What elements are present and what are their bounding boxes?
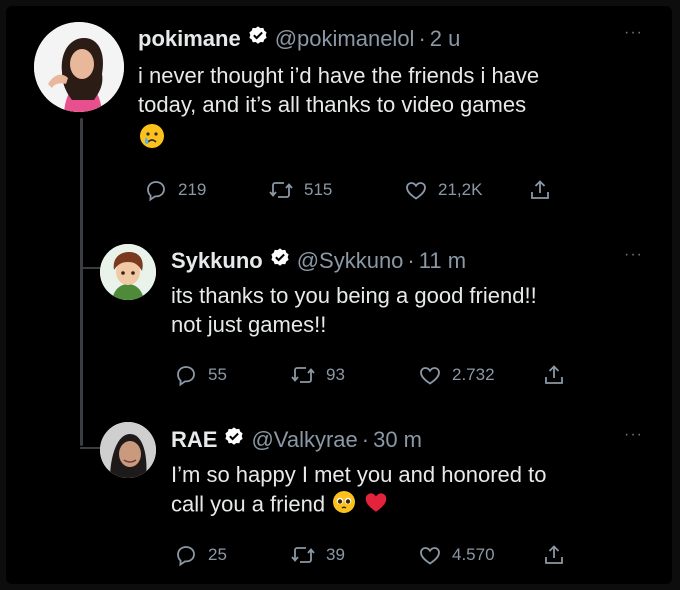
tweet-thread: pokimane @pokimanelol · 2 u ··· i never …: [6, 6, 672, 584]
display-name[interactable]: pokimane: [138, 26, 241, 52]
share-icon: [545, 365, 563, 384]
reply-button[interactable]: 55: [174, 363, 290, 387]
like-count: 21,2K: [438, 180, 483, 199]
retweet-icon: [291, 367, 315, 383]
like-button[interactable]: 21,2K: [404, 178, 528, 202]
thread-connector-line: [80, 118, 83, 446]
reply-icon: [147, 181, 165, 202]
retweet-button[interactable]: 93: [290, 363, 418, 387]
tweet-actions: 25 39 4.570: [174, 543, 566, 567]
reply-icon: [177, 546, 195, 567]
retweet-icon: [269, 182, 293, 198]
separator-dot: ·: [361, 427, 370, 452]
retweet-count: 39: [326, 545, 345, 564]
timestamp[interactable]: 30 m: [373, 427, 422, 453]
more-options-icon[interactable]: ···: [624, 24, 643, 42]
handle[interactable]: @pokimanelol: [275, 26, 415, 52]
retweet-button[interactable]: 515: [268, 178, 404, 202]
reply-button[interactable]: 25: [174, 543, 290, 567]
separator-dot: ·: [407, 248, 415, 273]
reply-count: 219: [178, 180, 207, 199]
heart-icon: [406, 182, 426, 200]
heart-icon: [420, 547, 440, 565]
display-name[interactable]: RAE: [171, 427, 217, 453]
share-button[interactable]: [528, 178, 552, 202]
tweet-text: i never thought i’d have the friends i h…: [138, 61, 539, 157]
reply-count: 55: [208, 365, 227, 384]
timestamp[interactable]: 2 u: [430, 26, 461, 52]
retweet-count: 93: [326, 365, 345, 384]
tweet-text-line-2: today, and it’s all thanks to video game…: [138, 92, 527, 118]
like-count: 4.570: [452, 545, 495, 564]
timestamp[interactable]: 11 m: [419, 248, 466, 274]
verified-badge-icon: [269, 247, 291, 275]
tweet-text: I’m so happy I met you and honored to ca…: [171, 460, 546, 523]
retweet-button[interactable]: 39: [290, 543, 418, 567]
display-name[interactable]: Sykkuno: [171, 248, 263, 274]
heart-icon: [420, 367, 440, 385]
like-button[interactable]: 2.732: [418, 363, 542, 387]
handle[interactable]: @Sykkuno: [297, 248, 404, 274]
like-button[interactable]: 4.570: [418, 543, 542, 567]
more-options-icon[interactable]: ···: [624, 426, 643, 444]
reply-count: 25: [208, 545, 227, 564]
crying-face-emoji-icon: [138, 122, 166, 157]
retweet-icon: [291, 547, 315, 563]
retweet-count: 515: [304, 180, 333, 199]
share-icon: [545, 545, 563, 564]
reply-icon: [177, 366, 195, 387]
share-button[interactable]: [542, 363, 566, 387]
pleading-face-emoji-icon: [331, 489, 357, 522]
share-icon: [531, 180, 549, 199]
tweet-text-line-2: not just games!!: [171, 312, 327, 338]
like-count: 2.732: [452, 365, 495, 384]
tweet-text-line-2: call you a friend: [171, 492, 326, 518]
tweet-text-line-1: i never thought i’d have the friends i h…: [138, 63, 540, 88]
tweet-text: its thanks to you being a good friend!! …: [171, 281, 537, 340]
avatar-sykkuno[interactable]: [100, 244, 156, 300]
avatar-rae[interactable]: [100, 422, 156, 478]
more-options-icon[interactable]: ···: [624, 246, 643, 264]
avatar-pokimane[interactable]: [34, 22, 124, 112]
verified-badge-icon: [247, 25, 269, 53]
tweet-actions: 219 515 21,2K: [144, 178, 552, 202]
thread-branch-2: [80, 447, 100, 449]
reply-button[interactable]: 219: [144, 178, 268, 202]
tweet-text-line-1: I’m so happy I met you and honored to: [171, 462, 547, 487]
share-button[interactable]: [542, 543, 566, 567]
red-heart-emoji-icon: [363, 489, 389, 522]
tweet-header: pokimane @pokimanelol · 2 u: [138, 25, 460, 53]
tweet-header: RAE @Valkyrae · 30 m: [171, 426, 422, 454]
handle[interactable]: @Valkyrae: [251, 427, 357, 453]
thread-branch-1: [80, 267, 100, 269]
separator-dot: ·: [418, 26, 426, 51]
tweet-actions: 55 93 2.732: [174, 363, 566, 387]
tweet-header: Sykkuno @Sykkuno · 11 m: [171, 247, 466, 275]
tweet-text-line-1: its thanks to you being a good friend!!: [171, 283, 537, 308]
verified-badge-icon: [223, 426, 245, 454]
